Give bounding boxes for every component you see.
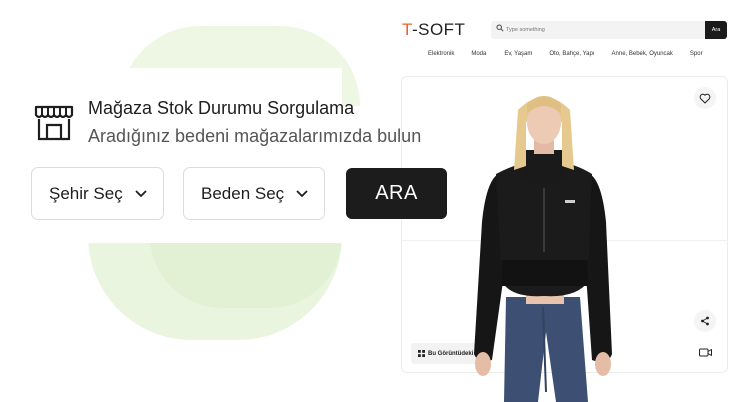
nav-item-moda[interactable]: Moda bbox=[471, 51, 486, 57]
share-icon bbox=[701, 316, 709, 326]
nav-item-anne-bebek-oyuncak[interactable]: Anne, Bebek, Oyuncak bbox=[612, 51, 673, 57]
video-button[interactable] bbox=[694, 341, 716, 363]
city-select[interactable]: Şehir Seç bbox=[31, 167, 164, 220]
city-select-label: Şehir Seç bbox=[49, 183, 123, 203]
nav-item-spor[interactable]: Spor bbox=[690, 51, 703, 57]
panel-subtitle: Aradığınız bedeni mağazalarımızda bulun bbox=[88, 126, 422, 146]
nav-item-oto-bahce-yapi[interactable]: Oto, Bahçe, Yapı bbox=[549, 51, 594, 57]
video-icon bbox=[698, 348, 712, 356]
heart-icon bbox=[699, 93, 711, 103]
favorite-button[interactable] bbox=[694, 87, 716, 109]
site-logo[interactable]: T-SOFT bbox=[402, 20, 465, 40]
grid-icon bbox=[418, 350, 425, 357]
chip-label: Bu Görüntüdeki bbox=[428, 350, 474, 357]
nav-item-ev-yasam[interactable]: Ev, Yaşam bbox=[504, 51, 532, 57]
nav-item-elektronik[interactable]: Elektronik bbox=[428, 51, 454, 57]
store-icon bbox=[34, 105, 74, 141]
search-input[interactable] bbox=[506, 23, 696, 37]
search-submit-button[interactable]: Ara bbox=[705, 21, 727, 39]
search-bar: Ara bbox=[491, 21, 727, 39]
chevron-down-icon bbox=[135, 190, 147, 197]
search-icon bbox=[496, 24, 504, 32]
search-stock-button[interactable]: ARA bbox=[346, 168, 447, 219]
category-nav: Elektronik Moda Ev, Yaşam Oto, Bahçe, Ya… bbox=[428, 51, 720, 57]
share-button[interactable] bbox=[694, 310, 716, 332]
product-model-image bbox=[474, 96, 612, 402]
chevron-down-icon bbox=[296, 190, 308, 197]
panel-title: Mağaza Stok Durumu Sorgulama bbox=[88, 98, 355, 118]
size-select-label: Beden Seç bbox=[201, 183, 285, 203]
size-select[interactable]: Beden Seç bbox=[183, 167, 325, 220]
